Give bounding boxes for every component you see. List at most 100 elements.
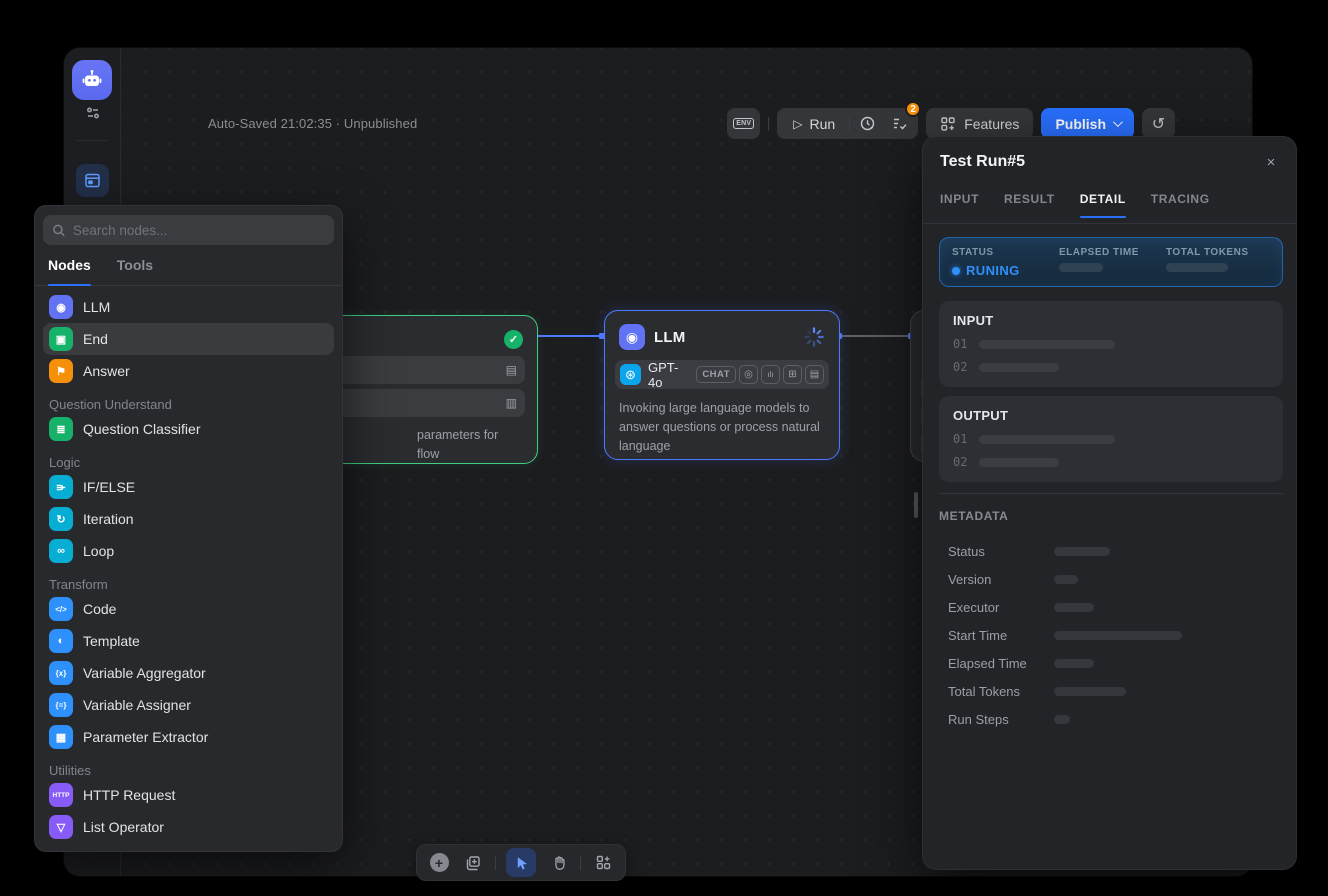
chevron-down-icon [1113, 117, 1123, 127]
add-note-button[interactable] [461, 851, 485, 875]
start-field-1[interactable]: ▤ [317, 356, 525, 384]
pointer-mode-button[interactable] [506, 848, 536, 877]
play-icon: ▷ [793, 117, 802, 131]
panel-resize-handle[interactable] [914, 492, 918, 518]
output-row2-skeleton [979, 458, 1059, 467]
start-field-2[interactable]: ▥ [317, 389, 525, 417]
input-row1-skeleton [979, 340, 1115, 349]
node-item-question-classifier[interactable]: ≣ Question Classifier [43, 413, 334, 445]
status-card: STATUS RUNING ELAPSED TIME TOTAL TOKENS [939, 237, 1283, 287]
http-request-icon: HTTP [49, 783, 73, 807]
question-classifier-icon: ≣ [49, 417, 73, 441]
add-node-button[interactable]: + [427, 851, 451, 875]
tab-result[interactable]: RESULT [1004, 192, 1055, 218]
running-spinner-icon [803, 326, 825, 348]
answer-flag-icon: ⚑ [49, 359, 73, 383]
variable-aggregator-icon: {x} [49, 661, 73, 685]
document-capability-icon: ▤ [805, 365, 824, 384]
search-input[interactable] [73, 223, 325, 238]
template-icon: ◐ [49, 629, 73, 653]
loop-infinity-icon: ∞ [49, 539, 73, 563]
llm-icon: ◉ [49, 295, 73, 319]
meta-row-elapsed-time: Elapsed Time [948, 649, 1280, 677]
node-item-end[interactable]: ▣ End [43, 323, 334, 355]
variable-assigner-icon: {=} [49, 693, 73, 717]
success-check-icon: ✓ [504, 330, 523, 349]
node-item-answer[interactable]: ⚑ Answer [43, 355, 334, 387]
tab-input[interactable]: INPUT [940, 192, 979, 218]
tabs-divider [923, 223, 1296, 224]
node-list: ◉ LLM ▣ End ⚑ Answer Question Understand… [35, 286, 342, 843]
node-item-iteration[interactable]: ↻ Iteration [43, 503, 334, 535]
section-transform: Transform [43, 567, 334, 593]
running-status-dot [952, 267, 960, 275]
llm-node-icon: ◉ [619, 324, 645, 350]
checklist-count-badge: 2 [905, 101, 921, 117]
meta-row-executor: Executor [948, 593, 1280, 621]
run-button[interactable]: ▷ Run [781, 108, 847, 139]
output-card: OUTPUT 01 02 [939, 396, 1283, 482]
parameter-extractor-icon: ▦ [49, 725, 73, 749]
node-search-panel: Nodes Tools ◉ LLM ▣ End ⚑ Answer Questio… [34, 205, 343, 852]
checklist-button[interactable]: 2 [884, 110, 914, 137]
meta-start-time-skeleton [1054, 631, 1182, 640]
node-item-http-request[interactable]: HTTP HTTP Request [43, 779, 334, 811]
meta-row-run-steps: Run Steps [948, 705, 1280, 733]
paragraph-field-icon: ▥ [506, 396, 517, 410]
run-history-clock-button[interactable] [852, 110, 882, 137]
node-item-loop[interactable]: ∞ Loop [43, 535, 334, 567]
meta-row-status: Status [948, 537, 1280, 565]
run-panel-title: Test Run#5 [940, 153, 1025, 171]
history-icon: ↺ [1152, 114, 1165, 134]
running-status-text: RUNING [966, 263, 1020, 278]
run-panel-tabs: INPUT RESULT DETAIL TRACING [940, 192, 1210, 218]
close-icon[interactable]: × [1260, 151, 1282, 173]
node-item-if-else[interactable]: ⋔ IF/ELSE [43, 471, 334, 503]
tab-nodes[interactable]: Nodes [48, 254, 91, 285]
node-item-llm[interactable]: ◉ LLM [43, 291, 334, 323]
search-icon [52, 223, 66, 238]
organize-nodes-button[interactable] [591, 851, 615, 875]
llm-node[interactable]: ◉ LLM ⊛ GPT-4o [604, 310, 840, 460]
node-item-variable-aggregator[interactable]: {x} Variable Aggregator [43, 657, 334, 689]
vision-capability-icon: ◎ [739, 365, 758, 384]
hand-mode-button[interactable] [546, 851, 570, 875]
video-capability-icon: ⊞ [783, 365, 802, 384]
output-row1-skeleton [979, 435, 1115, 444]
meta-executor-skeleton [1054, 603, 1094, 612]
llm-node-description: Invoking large language models to answer… [605, 389, 839, 456]
preferences-sliders-icon[interactable] [82, 102, 104, 124]
meta-elapsed-skeleton [1054, 659, 1094, 668]
node-item-list-operator[interactable]: ▽ List Operator [43, 811, 334, 843]
tab-detail[interactable]: DETAIL [1080, 192, 1126, 218]
app-logo-robot-icon[interactable] [72, 60, 112, 100]
model-name: GPT-4o [648, 360, 689, 390]
canvas-toolbar: + [416, 844, 626, 881]
model-selector[interactable]: ⊛ GPT-4o CHAT ◎ ılı ⊞ ▤ [615, 360, 829, 389]
tab-tracing[interactable]: TRACING [1151, 192, 1210, 218]
meta-row-version: Version [948, 565, 1280, 593]
node-item-parameter-extractor[interactable]: ▦ Parameter Extractor [43, 721, 334, 753]
meta-tokens-skeleton [1054, 687, 1126, 696]
autosave-status: Auto-Saved 21:02:35 · Unpublished [208, 116, 417, 131]
node-item-variable-assigner[interactable]: {=} Variable Assigner [43, 689, 334, 721]
panels-window-icon[interactable] [76, 164, 109, 197]
node-item-template[interactable]: ◐ Template [43, 625, 334, 657]
metadata-divider [939, 493, 1283, 494]
audio-capability-icon: ılı [761, 365, 780, 384]
version-history-button[interactable]: ↺ [1142, 108, 1175, 139]
publish-button[interactable]: Publish [1041, 108, 1134, 139]
run-button-group: ▷ Run 2 [777, 108, 918, 139]
header-divider [768, 117, 769, 131]
node-search-box[interactable] [43, 215, 334, 245]
start-node-description: parameters for flow [417, 426, 498, 464]
rail-divider [77, 140, 107, 141]
features-button[interactable]: Features [926, 108, 1033, 139]
text-field-icon: ▤ [506, 363, 517, 377]
tab-tools[interactable]: Tools [117, 254, 153, 285]
metadata-title: METADATA [939, 509, 1008, 523]
node-item-code[interactable]: </> Code [43, 593, 334, 625]
gpt-4o-icon: ⊛ [620, 364, 641, 385]
env-variables-button[interactable]: ENV [727, 108, 760, 139]
section-question-understand: Question Understand [43, 387, 334, 413]
